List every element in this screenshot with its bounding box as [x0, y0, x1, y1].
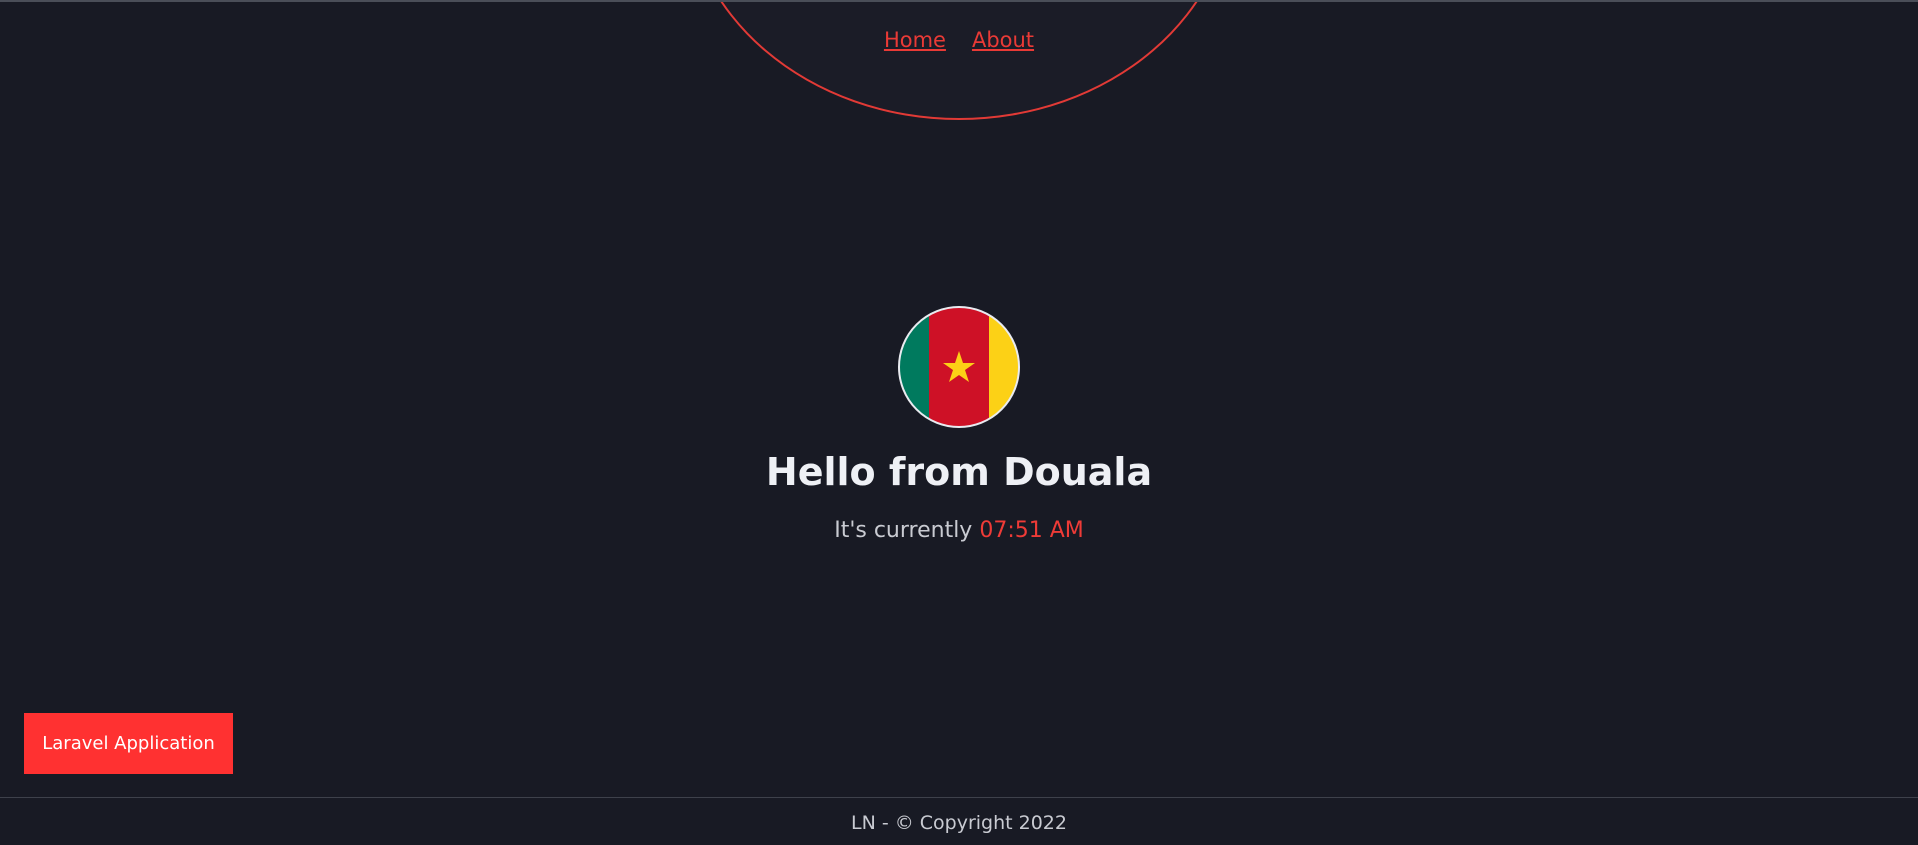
current-time-text: It's currently 07:51 AM	[0, 518, 1918, 543]
nav-link-about[interactable]: About	[972, 28, 1034, 52]
nav-link-home[interactable]: Home	[884, 28, 946, 52]
app-badge[interactable]: Laravel Application	[24, 713, 233, 774]
footer: LN - © Copyright 2022	[0, 797, 1918, 845]
time-prefix: It's currently	[834, 518, 973, 543]
copyright-text: LN - © Copyright 2022	[850, 811, 1067, 834]
main-nav: Home About	[0, 28, 1918, 52]
nav-arc-decoration	[684, 2, 1234, 120]
cameroon-flag-icon	[897, 305, 1021, 429]
page-title: Hello from Douala	[765, 450, 1153, 494]
page: Home About Hello from Douala It's curren…	[0, 0, 1918, 845]
current-time-value: 07:51 AM	[979, 518, 1084, 543]
